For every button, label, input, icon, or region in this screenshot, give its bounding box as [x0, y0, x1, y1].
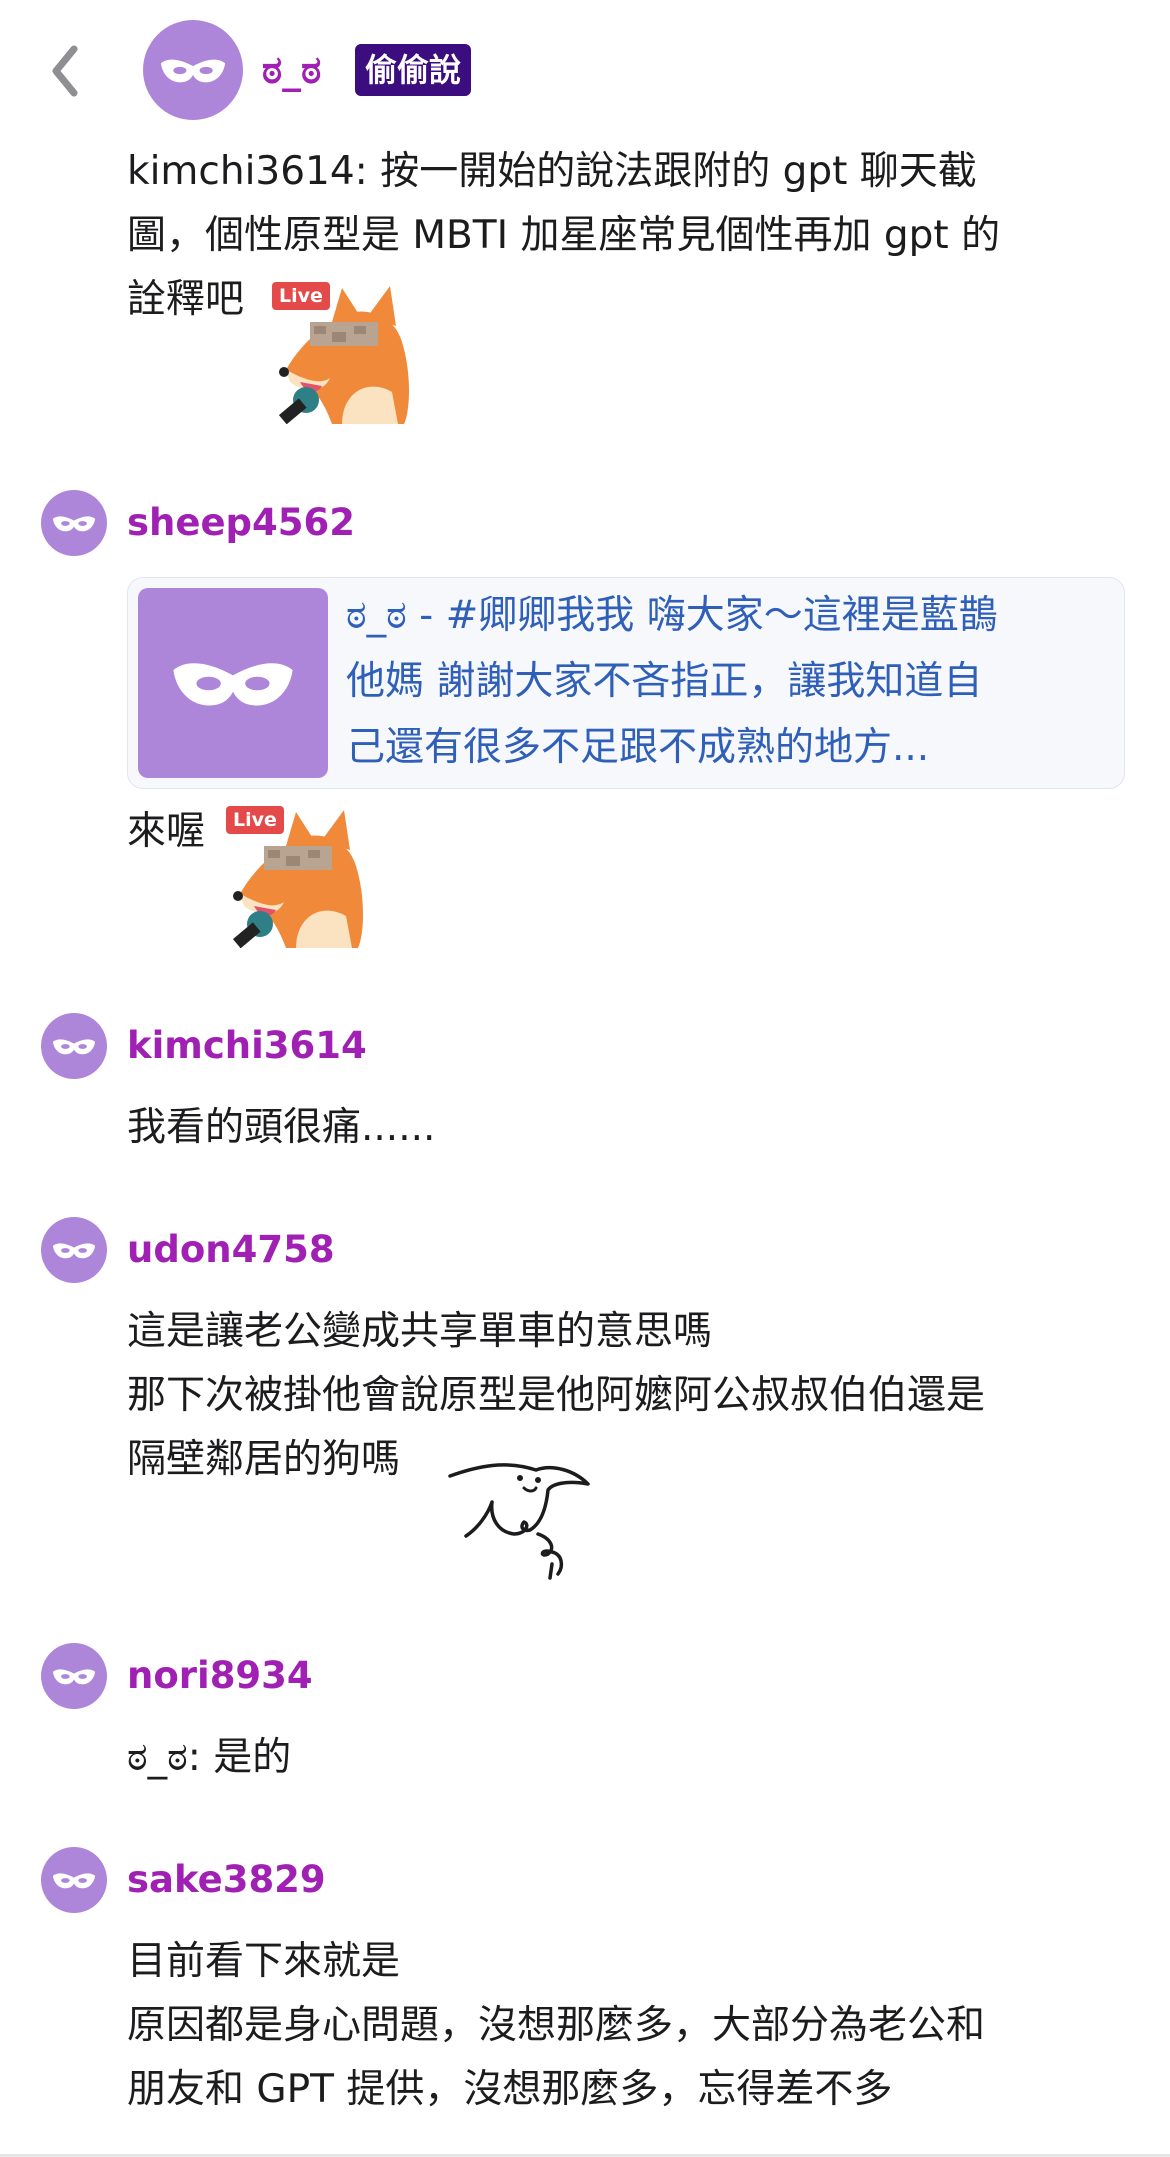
live-tag: Live	[226, 806, 284, 834]
back-button[interactable]	[40, 40, 90, 102]
link-preview-text: 己還有很多不足跟不成熟的地方...	[346, 725, 930, 770]
comment-text: 原因都是身心問題，沒想那麼多，大部分為老公和	[127, 2003, 986, 2048]
mask-icon	[52, 1668, 96, 1684]
commenter-avatar[interactable]	[41, 1847, 107, 1913]
comment-text: 那下次被掛他會說原型是他阿嬤阿公叔叔伯伯還是	[127, 1373, 986, 1418]
comment-username[interactable]: sake3829	[127, 1855, 326, 1905]
author-avatar[interactable]	[143, 20, 243, 120]
commenter-avatar[interactable]	[41, 1643, 107, 1709]
board-badge[interactable]: 偷偷說	[355, 44, 472, 96]
post-line: 詮釋吧	[127, 277, 245, 322]
link-preview-card[interactable]: ಠ_ಠ - #卿卿我我 嗨大家～這裡是藍鵲 他媽 謝謝大家不吝指正，讓我知道自 …	[127, 577, 1125, 789]
comment-username[interactable]: sheep4562	[127, 498, 355, 548]
mask-icon	[160, 59, 226, 82]
post-line: 圖，個性原型是 MBTI 加星座常見個性再加 gpt 的	[127, 213, 1001, 258]
mask-icon	[52, 1242, 96, 1258]
comment-text: 隔壁鄰居的狗嗎	[127, 1437, 401, 1482]
comment-text: ಠ_ಠ: 是的	[127, 1735, 292, 1780]
comment-username[interactable]: nori8934	[127, 1651, 313, 1701]
commenter-avatar[interactable]	[41, 1217, 107, 1283]
fox-live-mic-sticker: Live	[226, 806, 376, 949]
post-header: ಠ_ಠ 偷偷說	[0, 0, 1170, 140]
link-preview-text: ಠ_ಠ - #卿卿我我 嗨大家～這裡是藍鵲	[346, 593, 998, 638]
comment-username[interactable]: kimchi3614	[127, 1021, 367, 1071]
mask-icon	[173, 662, 293, 705]
link-preview-text: 他媽 謝謝大家不吝指正，讓我知道自	[346, 659, 983, 704]
fox-live-mic-sticker: Live	[272, 282, 422, 425]
post-line: kimchi3614: 按一開始的說法跟附的 gpt 聊天截	[127, 149, 977, 194]
mask-icon	[52, 515, 96, 531]
comment-text: 朋友和 GPT 提供，沒想那麼多，忘得差不多	[127, 2067, 893, 2112]
bird-doodle-sticker	[448, 1440, 598, 1580]
comment-text: 我看的頭很痛......	[127, 1105, 436, 1150]
chevron-left-icon	[52, 45, 78, 97]
mask-icon	[52, 1872, 96, 1888]
commenter-avatar[interactable]	[41, 490, 107, 556]
comment-text: 這是讓老公變成共享單車的意思嗎	[127, 1309, 713, 1354]
mask-icon	[52, 1038, 96, 1054]
author-name[interactable]: ಠ_ಠ	[262, 44, 321, 96]
live-tag: Live	[272, 282, 330, 310]
comment-username[interactable]: udon4758	[127, 1225, 335, 1275]
commenter-avatar[interactable]	[41, 1013, 107, 1079]
comment-text: 來喔	[127, 809, 206, 854]
comment-text: 目前看下來就是	[127, 1939, 401, 1984]
link-thumbnail	[138, 588, 328, 778]
